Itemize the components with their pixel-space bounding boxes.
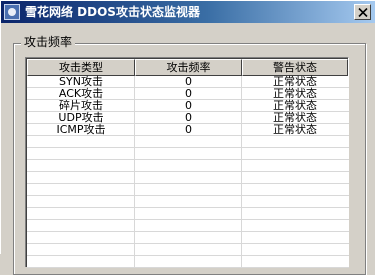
window-title: 雪花网络 DDOS攻击状态监视器 <box>25 5 200 19</box>
empty-row <box>27 208 349 220</box>
app-window: 雪花网络 DDOS攻击状态监视器 攻击频率 攻击类型 攻击频率 警告状态 SYN… <box>0 0 375 275</box>
empty-row <box>27 220 349 232</box>
cell-type: ICMP攻击 <box>56 123 106 136</box>
app-icon <box>4 4 20 20</box>
close-button[interactable] <box>354 4 371 20</box>
group-label: 攻击频率 <box>21 34 76 50</box>
empty-row <box>27 244 349 256</box>
empty-row <box>27 196 349 208</box>
column-header-frequency[interactable]: 攻击频率 <box>135 59 242 76</box>
close-icon <box>358 8 368 17</box>
empty-row <box>27 136 349 148</box>
empty-row <box>27 172 349 184</box>
title-bar[interactable]: 雪花网络 DDOS攻击状态监视器 <box>1 1 375 23</box>
column-header-status[interactable]: 警告状态 <box>242 59 348 76</box>
cell-status: 正常状态 <box>273 123 317 136</box>
table-row[interactable]: ICMP攻击 0 正常状态 <box>27 124 349 136</box>
empty-row <box>27 148 349 160</box>
list-header: 攻击类型 攻击频率 警告状态 <box>27 59 349 76</box>
empty-row <box>27 184 349 196</box>
empty-row <box>27 232 349 244</box>
attack-list-view[interactable]: 攻击类型 攻击频率 警告状态 SYN攻击 0 正常状态 ACK攻击 0 正常状态… <box>25 57 349 268</box>
empty-row <box>27 160 349 172</box>
cell-frequency: 0 <box>185 123 192 136</box>
column-header-type[interactable]: 攻击类型 <box>27 59 135 76</box>
empty-row <box>27 256 349 268</box>
